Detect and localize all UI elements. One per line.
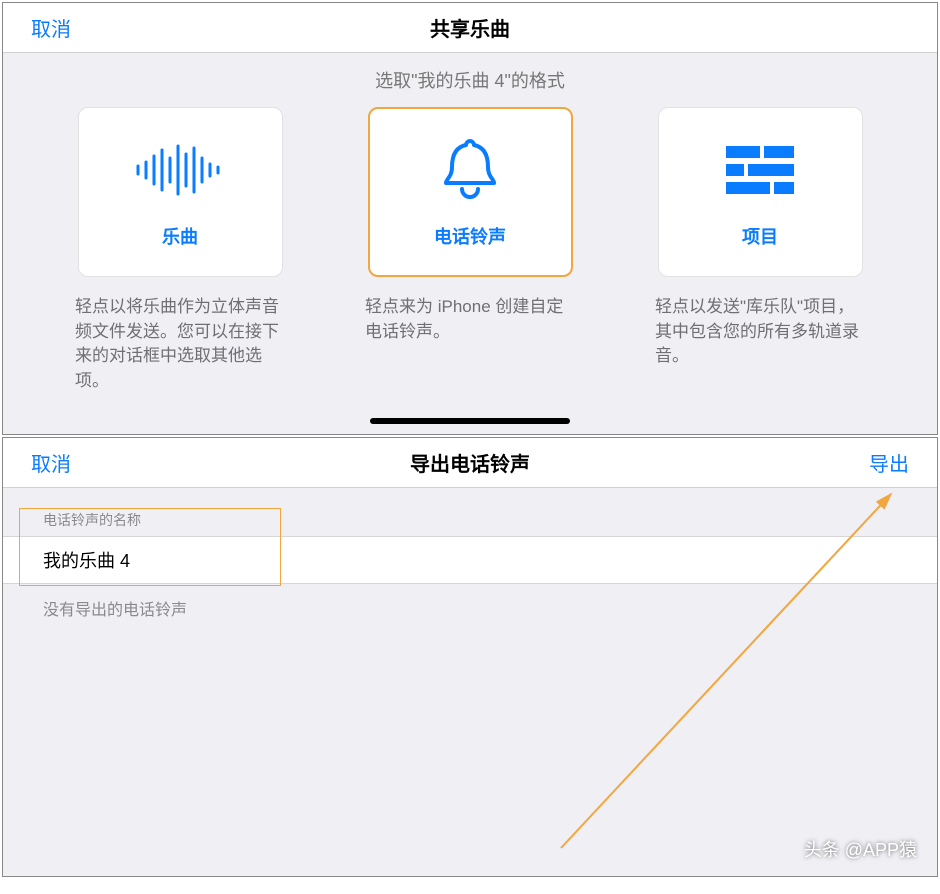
format-subtitle: 选取"我的乐曲 4"的格式 — [3, 53, 937, 99]
bell-icon — [438, 135, 502, 205]
option-song-label: 乐曲 — [162, 223, 198, 249]
watermark: 头条 @APP猿 — [804, 836, 917, 862]
option-song[interactable]: 乐曲 — [78, 107, 283, 277]
ringtone-name-input[interactable]: 我的乐曲 4 — [3, 536, 937, 584]
ringtone-name-label: 电话铃声的名称 — [3, 488, 937, 536]
option-project-desc: 轻点以发送"库乐队"项目，其中包含您的所有多轨道录音。 — [655, 295, 865, 369]
panel-title: 导出电话铃声 — [3, 448, 937, 477]
option-ringtone[interactable]: 电话铃声 — [368, 107, 573, 277]
header: 取消 共享乐曲 — [3, 3, 937, 53]
header: 取消 导出电话铃声 导出 — [3, 438, 937, 488]
format-options: 乐曲 轻点以将乐曲作为立体声音频文件发送。您可以在接下来的对话框中选取其他选项。… — [3, 99, 937, 404]
no-exported-note: 没有导出的电话铃声 — [3, 584, 937, 620]
tracks-icon — [724, 135, 796, 205]
export-ringtone-panel: 取消 导出电话铃声 导出 电话铃声的名称 我的乐曲 4 没有导出的电话铃声 头条… — [2, 437, 938, 877]
share-song-panel: 取消 共享乐曲 选取"我的乐曲 4"的格式 — [2, 2, 938, 435]
option-project[interactable]: 项目 — [658, 107, 863, 277]
cancel-button[interactable]: 取消 — [31, 448, 71, 477]
option-song-desc: 轻点以将乐曲作为立体声音频文件发送。您可以在接下来的对话框中选取其他选项。 — [75, 295, 285, 394]
cancel-button[interactable]: 取消 — [31, 13, 71, 42]
waveform-icon — [130, 135, 230, 205]
option-project-label: 项目 — [742, 223, 778, 249]
option-ringtone-label: 电话铃声 — [434, 223, 506, 249]
panel-title: 共享乐曲 — [3, 13, 937, 42]
export-button[interactable]: 导出 — [869, 448, 909, 477]
home-indicator — [370, 418, 570, 424]
option-ringtone-desc: 轻点来为 iPhone 创建自定电话铃声。 — [365, 295, 575, 344]
